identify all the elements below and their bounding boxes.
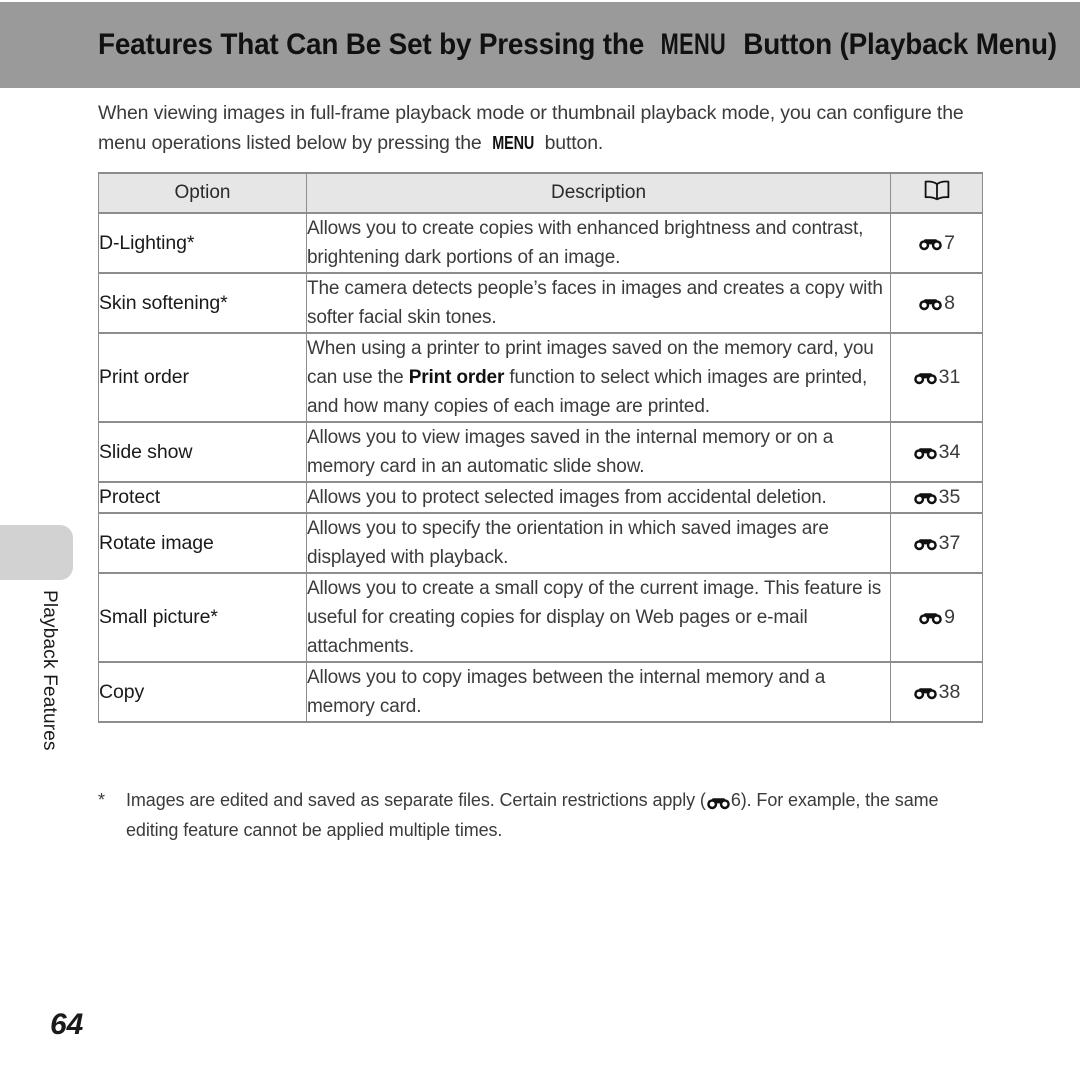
binoculars-icon (913, 441, 938, 464)
option-name: D-Lighting* (98, 212, 307, 274)
binoculars-icon (913, 532, 938, 555)
menu-button-glyph: MENU (660, 28, 727, 61)
option-name: Copy (98, 661, 307, 723)
intro-paragraph: When viewing images in full-frame playba… (98, 98, 984, 158)
option-description: Allows you to create copies with enhance… (306, 212, 891, 274)
table-row: Slide show Allows you to view images save… (98, 421, 983, 483)
option-description: The camera detects people’s faces in ima… (306, 272, 891, 334)
reference-cell: 7 (890, 212, 983, 274)
reference-page: 38 (938, 680, 961, 703)
reference-link: 8 (918, 292, 955, 315)
description-text: Allows you to protect selected images fr… (307, 487, 827, 508)
playback-menu-table: Option Description D-Lighting* Allows you… (98, 172, 983, 723)
description-text: Allows you to create a small copy of the… (307, 578, 882, 657)
footnote-text-before: Images are edited and saved as separate … (126, 790, 706, 810)
table-row: Small picture* Allows you to create a sma… (98, 572, 983, 663)
option-description: Allows you to specify the orientation in… (306, 512, 891, 574)
option-description: When using a printer to print images sav… (306, 332, 891, 423)
reference-link: 31 (913, 366, 961, 389)
footnote-text: Images are edited and saved as separate … (126, 786, 988, 844)
reference-link: 37 (913, 531, 961, 555)
binoculars-icon (918, 292, 943, 315)
table-header-row: Option Description (98, 172, 983, 214)
reference-cell: 35 (890, 481, 983, 514)
description-text: Allows you to create copies with enhance… (307, 218, 864, 268)
binoculars-icon (706, 788, 731, 816)
reference-cell: 34 (890, 421, 983, 483)
table-row: D-Lighting* Allows you to create copies w… (98, 212, 983, 274)
page-title: Features That Can Be Set by Pressing the… (98, 30, 1057, 60)
option-name: Skin softening* (98, 272, 307, 334)
footnote: * Images are edited and saved as separat… (98, 786, 988, 844)
column-header-option: Option (98, 172, 307, 214)
reference-page: 7 (944, 231, 955, 254)
table-row: Print order When using a printer to print… (98, 332, 983, 423)
footnote-marker: * (98, 790, 105, 810)
binoculars-icon (913, 366, 938, 389)
footnote-ref-page: 6 (730, 790, 741, 810)
reference-page: 8 (944, 291, 955, 314)
reference-page: 9 (944, 606, 955, 628)
option-name: Print order (98, 332, 307, 423)
table-body: D-Lighting* Allows you to create copies w… (98, 212, 983, 723)
menu-button-glyph-inline: MENU (492, 133, 535, 153)
reference-cell: 8 (890, 272, 983, 334)
reference-page: 31 (938, 366, 961, 388)
binoculars-icon (918, 232, 943, 255)
description-text: Allows you to view images saved in the i… (307, 427, 834, 477)
page-title-banner: Features That Can Be Set by Pressing the… (0, 2, 1080, 88)
page-title-suffix: Button (Playback Menu) (735, 28, 1057, 61)
reference-page: 35 (938, 486, 961, 508)
option-description: Allows you to view images saved in the i… (306, 421, 891, 483)
option-name: Slide show (98, 421, 307, 483)
binoculars-icon (918, 606, 943, 629)
reference-cell: 9 (890, 572, 983, 663)
reference-link: 7 (918, 232, 955, 255)
intro-line-2-after: button. (539, 132, 604, 154)
reference-cell: 38 (890, 661, 983, 723)
description-text: Allows you to specify the orientation in… (307, 518, 829, 568)
chapter-thumb-tab (0, 525, 73, 580)
table-row: Protect Allows you to protect selected im… (98, 481, 983, 514)
description-text: Allows you to copy images between the in… (307, 667, 826, 717)
reference-cell: 31 (890, 332, 983, 423)
description-text: The camera detects people’s faces in ima… (307, 278, 883, 328)
binoculars-icon (913, 486, 938, 509)
open-book-icon (924, 180, 950, 207)
reference-link: 9 (918, 606, 955, 629)
reference-link: 38 (913, 680, 961, 704)
column-header-description: Description (306, 172, 891, 214)
reference-link: 35 (913, 486, 961, 509)
reference-page: 37 (938, 531, 961, 554)
option-description: Allows you to protect selected images fr… (306, 481, 891, 514)
option-name: Protect (98, 481, 307, 514)
intro-line-1: When viewing images in full-frame playba… (98, 102, 848, 124)
page-number: 64 (50, 1008, 84, 1041)
option-name: Small picture* (98, 572, 307, 663)
page-title-prefix: Features That Can Be Set by Pressing the (98, 28, 652, 61)
reference-cell: 37 (890, 512, 983, 574)
reference-link: 34 (913, 440, 961, 464)
table-row: Skin softening* The camera detects people… (98, 272, 983, 334)
column-header-reference (890, 172, 983, 214)
option-description: Allows you to copy images between the in… (306, 661, 891, 723)
option-name: Rotate image (98, 512, 307, 574)
chapter-thumb-tab-label: Playback Features (39, 590, 60, 751)
table-row: Rotate image Allows you to specify the or… (98, 512, 983, 574)
binoculars-icon (913, 681, 938, 704)
option-description: Allows you to create a small copy of the… (306, 572, 891, 663)
reference-page: 34 (938, 440, 961, 463)
description-emphasis: Print order (408, 367, 505, 388)
table-row: Copy Allows you to copy images between th… (98, 661, 983, 723)
